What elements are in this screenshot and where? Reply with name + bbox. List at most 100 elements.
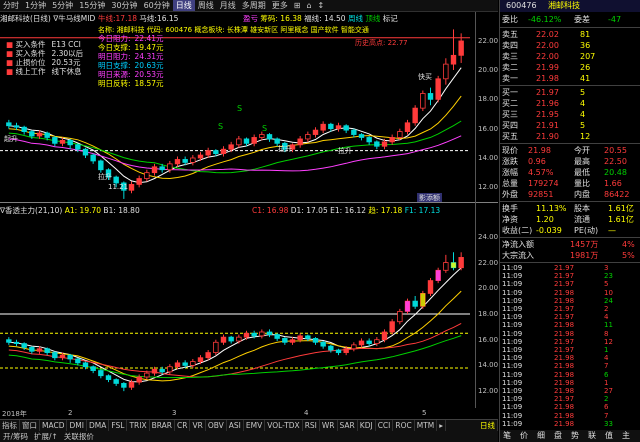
period-tab[interactable]: 日线 — [478, 420, 498, 431]
indicator-tab-5[interactable]: FSL — [109, 420, 128, 431]
stat2-row: 收益(二) -0.039 PE(动) — — [500, 225, 640, 237]
indicator-tab-1[interactable]: 窗口 — [20, 420, 40, 431]
indicator-tab-3[interactable]: DMI — [67, 420, 87, 431]
period-2[interactable]: 5分钟 — [49, 0, 76, 11]
divider — [500, 85, 640, 86]
price-tick: 22.00 — [478, 37, 499, 45]
moving-average-line — [8, 290, 462, 382]
price-tick: 12.00 — [478, 183, 499, 191]
toolbar-tool-icon-0[interactable]: ⊞ — [291, 0, 304, 11]
tick-volume: 5 — [604, 280, 609, 289]
price-tick: 22.00 — [478, 259, 499, 267]
period-6[interactable]: 日线 — [172, 0, 195, 11]
quote-code: 600476 — [506, 1, 537, 10]
candle — [320, 121, 326, 134]
date-tick: 3 — [172, 409, 177, 417]
indicator-tab-9[interactable]: VR — [190, 420, 206, 431]
indicator-tab-2[interactable]: MACD — [40, 420, 68, 431]
tick-price: 21.98 — [554, 378, 575, 387]
toolbar-tool-icon-2[interactable]: ↕ — [315, 0, 328, 11]
signal-row: ■ 买入条件 2.30以后 — [6, 49, 88, 58]
candle — [29, 346, 35, 354]
quote-tab-5[interactable]: 联 — [588, 430, 596, 442]
quote-tab-0[interactable]: 笔 — [503, 430, 511, 442]
indicator-tab-10[interactable]: OBV — [206, 420, 227, 431]
candle — [443, 254, 449, 273]
indicator-tab-6[interactable]: TRIX — [127, 420, 150, 431]
indicator-tab-17[interactable]: KDJ — [358, 420, 376, 431]
indicator-tab-21[interactable]: ▸ — [437, 420, 447, 431]
tick-time: 11:09 — [502, 296, 523, 305]
low-annotation: 11.21 — [108, 183, 129, 191]
tick-price: 21.97 — [554, 346, 575, 354]
candle — [404, 119, 411, 135]
stat-label: 内盘 — [574, 190, 590, 199]
signal-label: 买入条件 — [15, 40, 46, 49]
signal-label: 买入条件 — [15, 49, 46, 58]
weibi-row: 委比 -46.12% 委差 -47 — [500, 14, 640, 26]
candle — [458, 252, 464, 271]
toolbar-tool-icon-1[interactable]: ⌂ — [303, 0, 314, 11]
indicator-tab-20[interactable]: MTM — [415, 420, 438, 431]
candle — [374, 140, 380, 150]
sub-kline-chart[interactable] — [0, 214, 475, 408]
quote-tab-7[interactable]: 主 — [622, 430, 630, 442]
divider — [500, 201, 640, 202]
signal-row: ■ 线上工作 线下休息 — [6, 67, 88, 76]
indicator-tab-8[interactable]: CR — [175, 420, 191, 431]
indicator-tab-15[interactable]: WR — [320, 420, 338, 431]
indicator-tab-16[interactable]: SAR — [338, 420, 358, 431]
indicator-tab-14[interactable]: RSI — [303, 420, 320, 431]
candle — [67, 353, 73, 363]
period-3[interactable]: 15分钟 — [76, 0, 108, 11]
indicator-tab-11[interactable]: ASI — [227, 420, 244, 431]
candle — [289, 337, 296, 345]
tick-price: 21.98 — [554, 354, 575, 363]
tick-price: 21.98 — [554, 321, 575, 330]
bottom-item-2[interactable]: 关联报价 — [61, 431, 97, 442]
s-signal-1: S — [237, 104, 243, 113]
stat-value: 92851 — [528, 190, 554, 199]
target-row: 今日支撑: 19.47元 — [98, 43, 170, 52]
period-7[interactable]: 周线 — [195, 0, 217, 11]
indicator-tab-4[interactable]: DMA — [87, 420, 110, 431]
tick-row: 11:09 21.98 1 — [500, 379, 640, 387]
indicator-tab-19[interactable]: ROC — [393, 420, 415, 431]
divider — [500, 262, 640, 263]
indicator-tab-13[interactable]: VOL-TDX — [265, 420, 303, 431]
tick-time: 11:09 — [502, 403, 523, 412]
period-0[interactable]: 分时 — [0, 0, 22, 11]
indicator-tab-7[interactable]: BRAR — [150, 420, 176, 431]
period-8[interactable]: 月线 — [217, 0, 239, 11]
candle — [312, 337, 319, 345]
quote-tab-3[interactable]: 盘 — [554, 430, 562, 442]
period-10[interactable]: 更多 — [269, 0, 291, 11]
buy-volume: 12 — [580, 132, 591, 141]
tick-row: 11:09 21.98 24 — [500, 297, 640, 305]
weicha-value: -47 — [608, 15, 622, 24]
target-row: 今日阻力: 22.41元 — [98, 34, 170, 43]
s-signal-2: S — [218, 122, 224, 131]
quote-tab-2[interactable]: 细 — [537, 430, 545, 442]
indicator-tab-12[interactable]: EMV — [244, 420, 266, 431]
indicator-tab-18[interactable]: CCI — [376, 420, 394, 431]
indicator-tab-0[interactable]: 指标 — [0, 420, 20, 431]
bottom-item-0[interactable]: 开/筹码 — [0, 431, 31, 442]
candle — [236, 136, 242, 148]
stat-label: 外盘 — [502, 190, 518, 199]
target-label: 明日反转: — [98, 79, 131, 88]
period-4[interactable]: 30分钟 — [108, 0, 140, 11]
tick-time: 11:09 — [502, 264, 523, 272]
stat-value: -0.039 — [536, 226, 562, 235]
quote-tab-6[interactable]: 值 — [605, 430, 613, 442]
candle — [190, 359, 196, 368]
period-1[interactable]: 1分钟 — [22, 0, 49, 11]
tick-time: 11:09 — [502, 346, 523, 354]
signal-value: E13 CCI — [51, 40, 81, 49]
period-5[interactable]: 60分钟 — [141, 0, 173, 11]
quote-tab-4[interactable]: 势 — [571, 430, 579, 442]
period-9[interactable]: 多周期 — [239, 0, 269, 11]
quote-tab-1[interactable]: 价 — [520, 430, 528, 442]
tick-price: 21.97 — [554, 395, 575, 404]
bottom-item-1[interactable]: 扩展/↑ — [31, 431, 61, 442]
